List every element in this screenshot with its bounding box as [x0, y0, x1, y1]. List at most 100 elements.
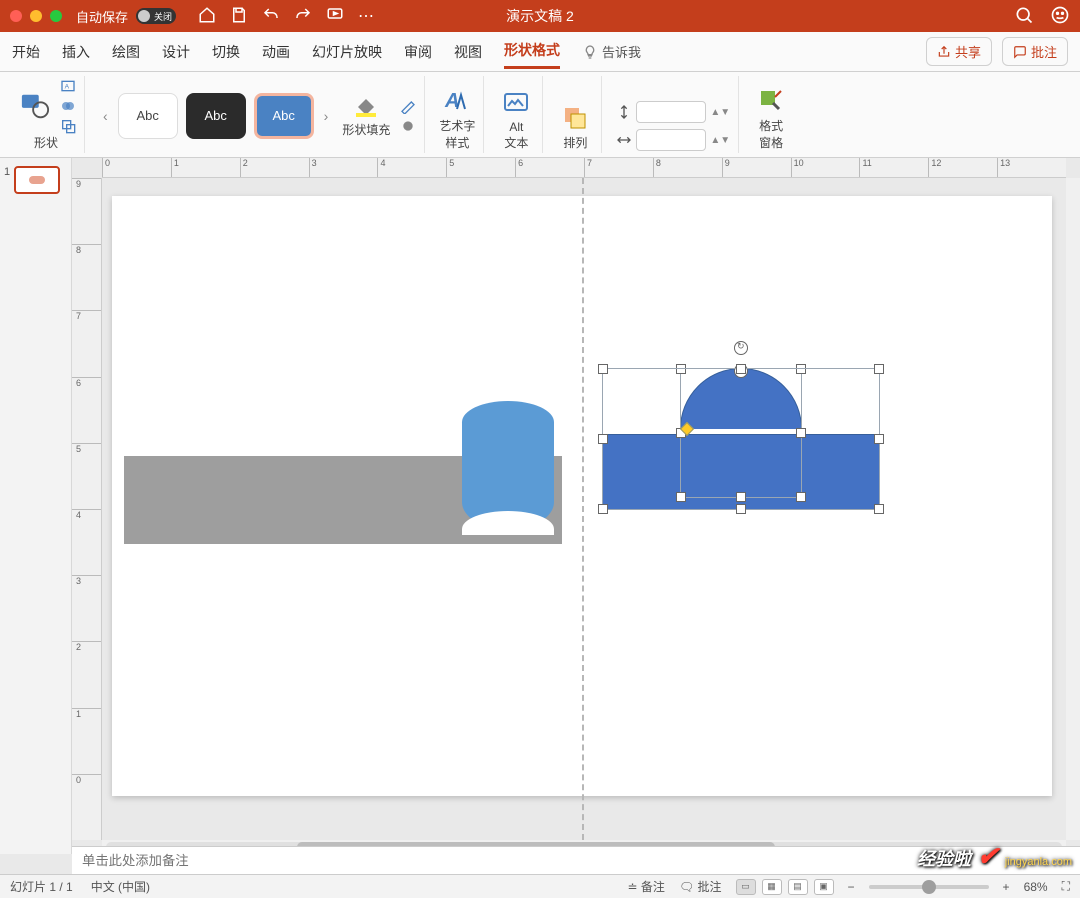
notes-toggle[interactable]: ≐ 备注	[628, 878, 665, 895]
document-title: 演示文稿 2	[506, 6, 574, 26]
shape-fill-button[interactable]: 形状填充	[338, 91, 394, 140]
normal-view-button[interactable]: ▭	[736, 879, 756, 895]
shape-effects-icon[interactable]	[400, 118, 416, 134]
resize-handle[interactable]	[874, 504, 884, 514]
textbox-icon[interactable]: A	[60, 78, 76, 94]
tab-insert[interactable]: 插入	[62, 36, 90, 68]
ruler-tick: 5	[446, 158, 515, 177]
gallery-prev-button[interactable]: ‹	[99, 108, 112, 124]
search-icon[interactable]	[1014, 5, 1034, 28]
tab-review[interactable]: 审阅	[404, 36, 432, 68]
zoom-in-button[interactable]: +	[1003, 880, 1010, 894]
zoom-slider[interactable]	[869, 885, 989, 889]
shape-outline-icon[interactable]	[400, 98, 416, 114]
present-icon[interactable]	[326, 6, 344, 27]
slideshow-view-button[interactable]: ▣	[814, 879, 834, 895]
alt-text-label: Alt 文本	[504, 120, 528, 151]
merge-shapes-icon[interactable]	[60, 98, 76, 114]
notes-pane[interactable]	[72, 846, 1080, 874]
window-controls	[10, 10, 62, 22]
ruler-tick: 13	[997, 158, 1066, 177]
arrange-button[interactable]	[557, 102, 593, 134]
alt-text-button[interactable]	[498, 88, 534, 120]
ruler-tick: 8	[72, 244, 101, 310]
height-stepper[interactable]: ▲▼	[710, 107, 730, 118]
format-pane-button[interactable]	[753, 85, 789, 117]
slide-thumbnail-1[interactable]: 1	[4, 166, 67, 194]
format-pane-label: 格式 窗格	[759, 117, 783, 151]
shapes-icon	[20, 92, 50, 120]
tell-me[interactable]: 告诉我	[582, 42, 641, 61]
share-button[interactable]: 共享	[926, 37, 992, 66]
thumb-preview	[14, 166, 60, 194]
height-input[interactable]	[636, 101, 706, 123]
reading-view-button[interactable]: ▤	[788, 879, 808, 895]
lightbulb-icon	[582, 44, 598, 60]
ruler-tick: 9	[72, 178, 101, 244]
ribbon-group-shapes: A 形状	[8, 76, 85, 153]
resize-handle[interactable]	[598, 434, 608, 444]
more-icon[interactable]: ⋯	[358, 6, 374, 27]
ruler-tick: 4	[72, 509, 101, 575]
language-indicator[interactable]: 中文 (中国)	[91, 878, 150, 895]
zoom-out-button[interactable]: −	[848, 880, 855, 894]
autosave-toggle[interactable]: 关闭	[136, 8, 176, 24]
save-icon[interactable]	[230, 6, 248, 27]
tab-home[interactable]: 开始	[12, 36, 40, 68]
height-icon	[616, 104, 632, 120]
fit-to-window-button[interactable]: ⛶	[1062, 879, 1070, 894]
comments-toggle[interactable]: 🗨 批注	[679, 878, 722, 895]
shape-style-2[interactable]: Abc	[186, 93, 246, 139]
ruler-tick: 12	[928, 158, 997, 177]
shape-style-3-selected[interactable]: Abc	[254, 93, 314, 139]
resize-handle[interactable]	[598, 364, 608, 374]
tab-draw[interactable]: 绘图	[112, 36, 140, 68]
resize-handle[interactable]	[736, 364, 746, 374]
ribbon: A 形状 ‹ Abc Abc Abc › 形状填充	[0, 72, 1080, 158]
close-window-button[interactable]	[10, 10, 22, 22]
tab-transitions[interactable]: 切换	[212, 36, 240, 68]
edit-shape-icon[interactable]	[60, 118, 76, 134]
zoom-percent[interactable]: 68%	[1024, 880, 1048, 894]
shape-blue-curved[interactable]	[462, 401, 554, 529]
tab-view[interactable]: 视图	[454, 36, 482, 68]
wordart-button[interactable]: A	[439, 85, 475, 117]
minimize-window-button[interactable]	[30, 10, 42, 22]
undo-icon[interactable]	[262, 6, 280, 27]
status-bar: 幻灯片 1 / 1 中文 (中国) ≐ 备注 🗨 批注 ▭ ▦ ▤ ▣ − + …	[0, 874, 1080, 898]
sorter-view-button[interactable]: ▦	[762, 879, 782, 895]
arrange-label: 排列	[563, 134, 587, 151]
resize-handle[interactable]	[874, 434, 884, 444]
insert-shape-button[interactable]	[16, 90, 54, 122]
tab-design[interactable]: 设计	[162, 36, 190, 68]
comment-icon	[1013, 45, 1027, 59]
alt-text-icon	[502, 90, 530, 118]
shape-style-1[interactable]: Abc	[118, 93, 178, 139]
account-icon[interactable]	[1050, 5, 1070, 28]
vertical-scrollbar[interactable]	[1066, 178, 1080, 840]
home-icon[interactable]	[198, 6, 216, 27]
comments-toggle-label: 批注	[698, 880, 722, 894]
tab-animations[interactable]: 动画	[262, 36, 290, 68]
comments-button[interactable]: 批注	[1002, 37, 1068, 66]
rotate-handle[interactable]	[734, 341, 748, 355]
slide-canvas[interactable]	[102, 178, 1066, 840]
width-input[interactable]	[636, 129, 706, 151]
shape-style-gallery: Abc Abc Abc	[118, 93, 314, 139]
resize-handle[interactable]	[736, 504, 746, 514]
ruler-tick: 5	[72, 443, 101, 509]
width-stepper[interactable]: ▲▼	[710, 135, 730, 146]
gallery-next-button[interactable]: ›	[320, 108, 333, 124]
zoom-window-button[interactable]	[50, 10, 62, 22]
selected-shape-group[interactable]	[602, 368, 880, 510]
ruler-tick: 7	[584, 158, 653, 177]
ruler-tick: 11	[859, 158, 928, 177]
redo-icon[interactable]	[294, 6, 312, 27]
resize-handle[interactable]	[598, 504, 608, 514]
notes-input[interactable]	[82, 853, 1070, 868]
notes-toggle-label: 备注	[641, 880, 665, 894]
tab-shape-format[interactable]: 形状格式	[504, 34, 560, 69]
resize-handle[interactable]	[874, 364, 884, 374]
ruler-tick: 8	[653, 158, 722, 177]
tab-slideshow[interactable]: 幻灯片放映	[312, 36, 382, 68]
